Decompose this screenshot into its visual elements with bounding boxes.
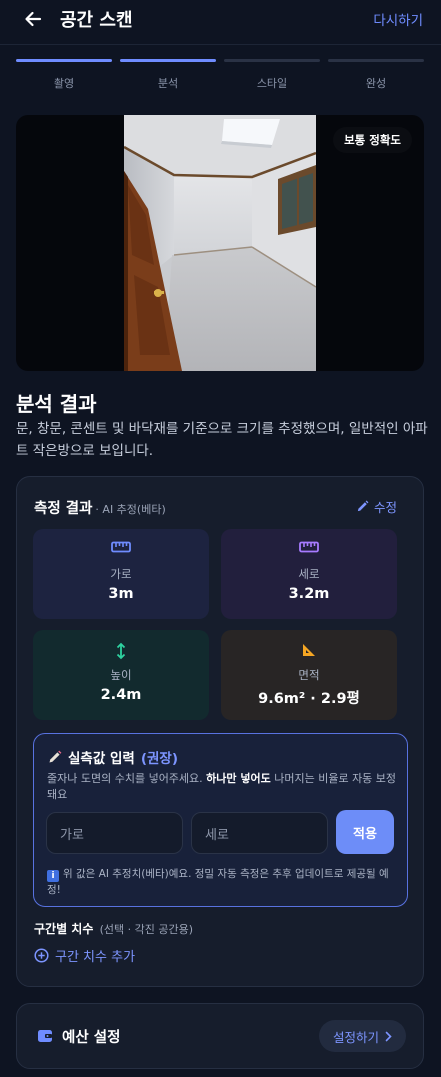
budget-title: 예산 설정 — [62, 1030, 121, 1046]
header-divider — [0, 44, 441, 45]
room-photo-card: 보통 정확도 — [16, 115, 424, 371]
arrow-left-icon — [25, 11, 42, 27]
page-title: 공간 스캔 — [60, 10, 133, 31]
width-input-placeholder: 가로 — [60, 827, 84, 843]
wallet-icon — [38, 1030, 52, 1042]
room-photo — [124, 115, 316, 371]
depth-input[interactable]: 세로 — [191, 812, 328, 854]
analysis-title: 분석 결과 — [16, 392, 97, 416]
pencil-icon — [357, 500, 369, 512]
edit-button[interactable]: 수정 — [356, 497, 397, 516]
area-label: 면적 — [298, 668, 320, 682]
chevron-right-icon — [385, 1031, 392, 1041]
room-illustration — [124, 115, 316, 371]
depth-tile: 세로 3.2m — [221, 529, 397, 619]
step-label: 분석 — [157, 77, 179, 90]
budget-setup-label: 설정하기 — [332, 1029, 379, 1045]
step-style: 스타일 — [224, 59, 320, 91]
actual-measure-description: 줄자나 도면의 수치를 넣어주세요. 하나만 넣어도 나머지는 비율로 자동 보… — [47, 771, 397, 803]
measurement-card: 측정 결과 · AI 추정(베타) 수정 가로 3m 세로 3.2m 높이 2.… — [16, 476, 424, 987]
add-segment-button[interactable]: 구간 치수 추가 — [34, 946, 135, 965]
width-label: 가로 — [110, 567, 132, 581]
description-text: 줄자나 도면의 수치를 넣어주세요. — [47, 772, 207, 785]
area-value: 9.6m² · 2.9평 — [258, 691, 360, 707]
step-capture: 촬영 — [16, 59, 112, 91]
redo-button[interactable]: 다시하기 — [373, 9, 423, 29]
estimate-note-text: 위 값은 AI 추정치(베타)예요. 정밀 자동 측정은 추후 업데이트로 제공… — [47, 868, 389, 896]
segment-subtitle: (선택 · 각진 공간용) — [99, 923, 193, 936]
actual-measure-title-text: 실측값 입력 — [68, 751, 135, 767]
step-analysis: 분석 — [120, 59, 216, 91]
height-label: 높이 — [110, 668, 132, 682]
plus-circle-icon — [34, 948, 49, 963]
step-label: 완성 — [365, 77, 387, 90]
edit-label: 수정 — [373, 500, 397, 515]
add-segment-label: 구간 치수 추가 — [55, 950, 136, 965]
header-bar: 공간 스캔 다시하기 — [0, 0, 441, 44]
budget-card: 예산 설정 설정하기 — [16, 1003, 424, 1069]
measurement-subtitle: · AI 추정(베타) — [95, 503, 166, 516]
step-bar — [224, 59, 320, 62]
accuracy-badge: 보통 정확도 — [333, 127, 412, 153]
width-tile: 가로 3m — [33, 529, 209, 619]
description-bold: 하나만 넣어도 — [206, 772, 271, 785]
step-complete: 완성 — [328, 59, 424, 91]
width-value: 3m — [108, 586, 134, 602]
ruler-icon — [299, 541, 319, 553]
info-icon: i — [47, 870, 59, 882]
vertical-arrows-icon — [116, 642, 126, 660]
width-input[interactable]: 가로 — [46, 812, 183, 854]
estimate-note: i위 값은 AI 추정치(베타)예요. 정밀 자동 측정은 추후 업데이트로 제… — [47, 866, 399, 898]
step-bar — [120, 59, 216, 62]
measurement-title-text: 측정 결과 — [34, 501, 93, 517]
actual-measure-title: 실측값 입력 (권장) — [48, 747, 178, 767]
back-button[interactable] — [20, 6, 46, 32]
triangle-ruler-icon — [303, 644, 315, 656]
step-label: 스타일 — [256, 77, 288, 90]
height-tile: 높이 2.4m — [33, 630, 209, 720]
ruler-icon — [111, 541, 131, 553]
pencil-icon — [49, 750, 62, 763]
segment-title-text: 구간별 치수 — [34, 922, 94, 936]
budget-setup-button[interactable]: 설정하기 — [318, 1020, 406, 1052]
apply-button[interactable]: 적용 — [336, 810, 394, 854]
analysis-description: 문, 창문, 콘센트 및 바닥재를 기준으로 크기를 추정했으며, 일반적인 아… — [16, 421, 428, 459]
depth-label: 세로 — [298, 567, 320, 581]
height-value: 2.4m — [100, 687, 142, 703]
recommended-label: (권장) — [140, 751, 178, 767]
step-bar — [328, 59, 424, 62]
actual-measure-card: 실측값 입력 (권장) 줄자나 도면의 수치를 넣어주세요. 하나만 넣어도 나… — [33, 733, 408, 907]
step-label: 촬영 — [53, 77, 75, 90]
step-bar — [16, 59, 112, 62]
depth-value: 3.2m — [288, 586, 330, 602]
area-tile: 면적 9.6m² · 2.9평 — [221, 630, 397, 720]
depth-input-placeholder: 세로 — [205, 827, 229, 843]
measurement-title: 측정 결과 · AI 추정(베타) — [34, 497, 166, 518]
segment-title: 구간별 치수 (선택 · 각진 공간용) — [34, 920, 193, 937]
